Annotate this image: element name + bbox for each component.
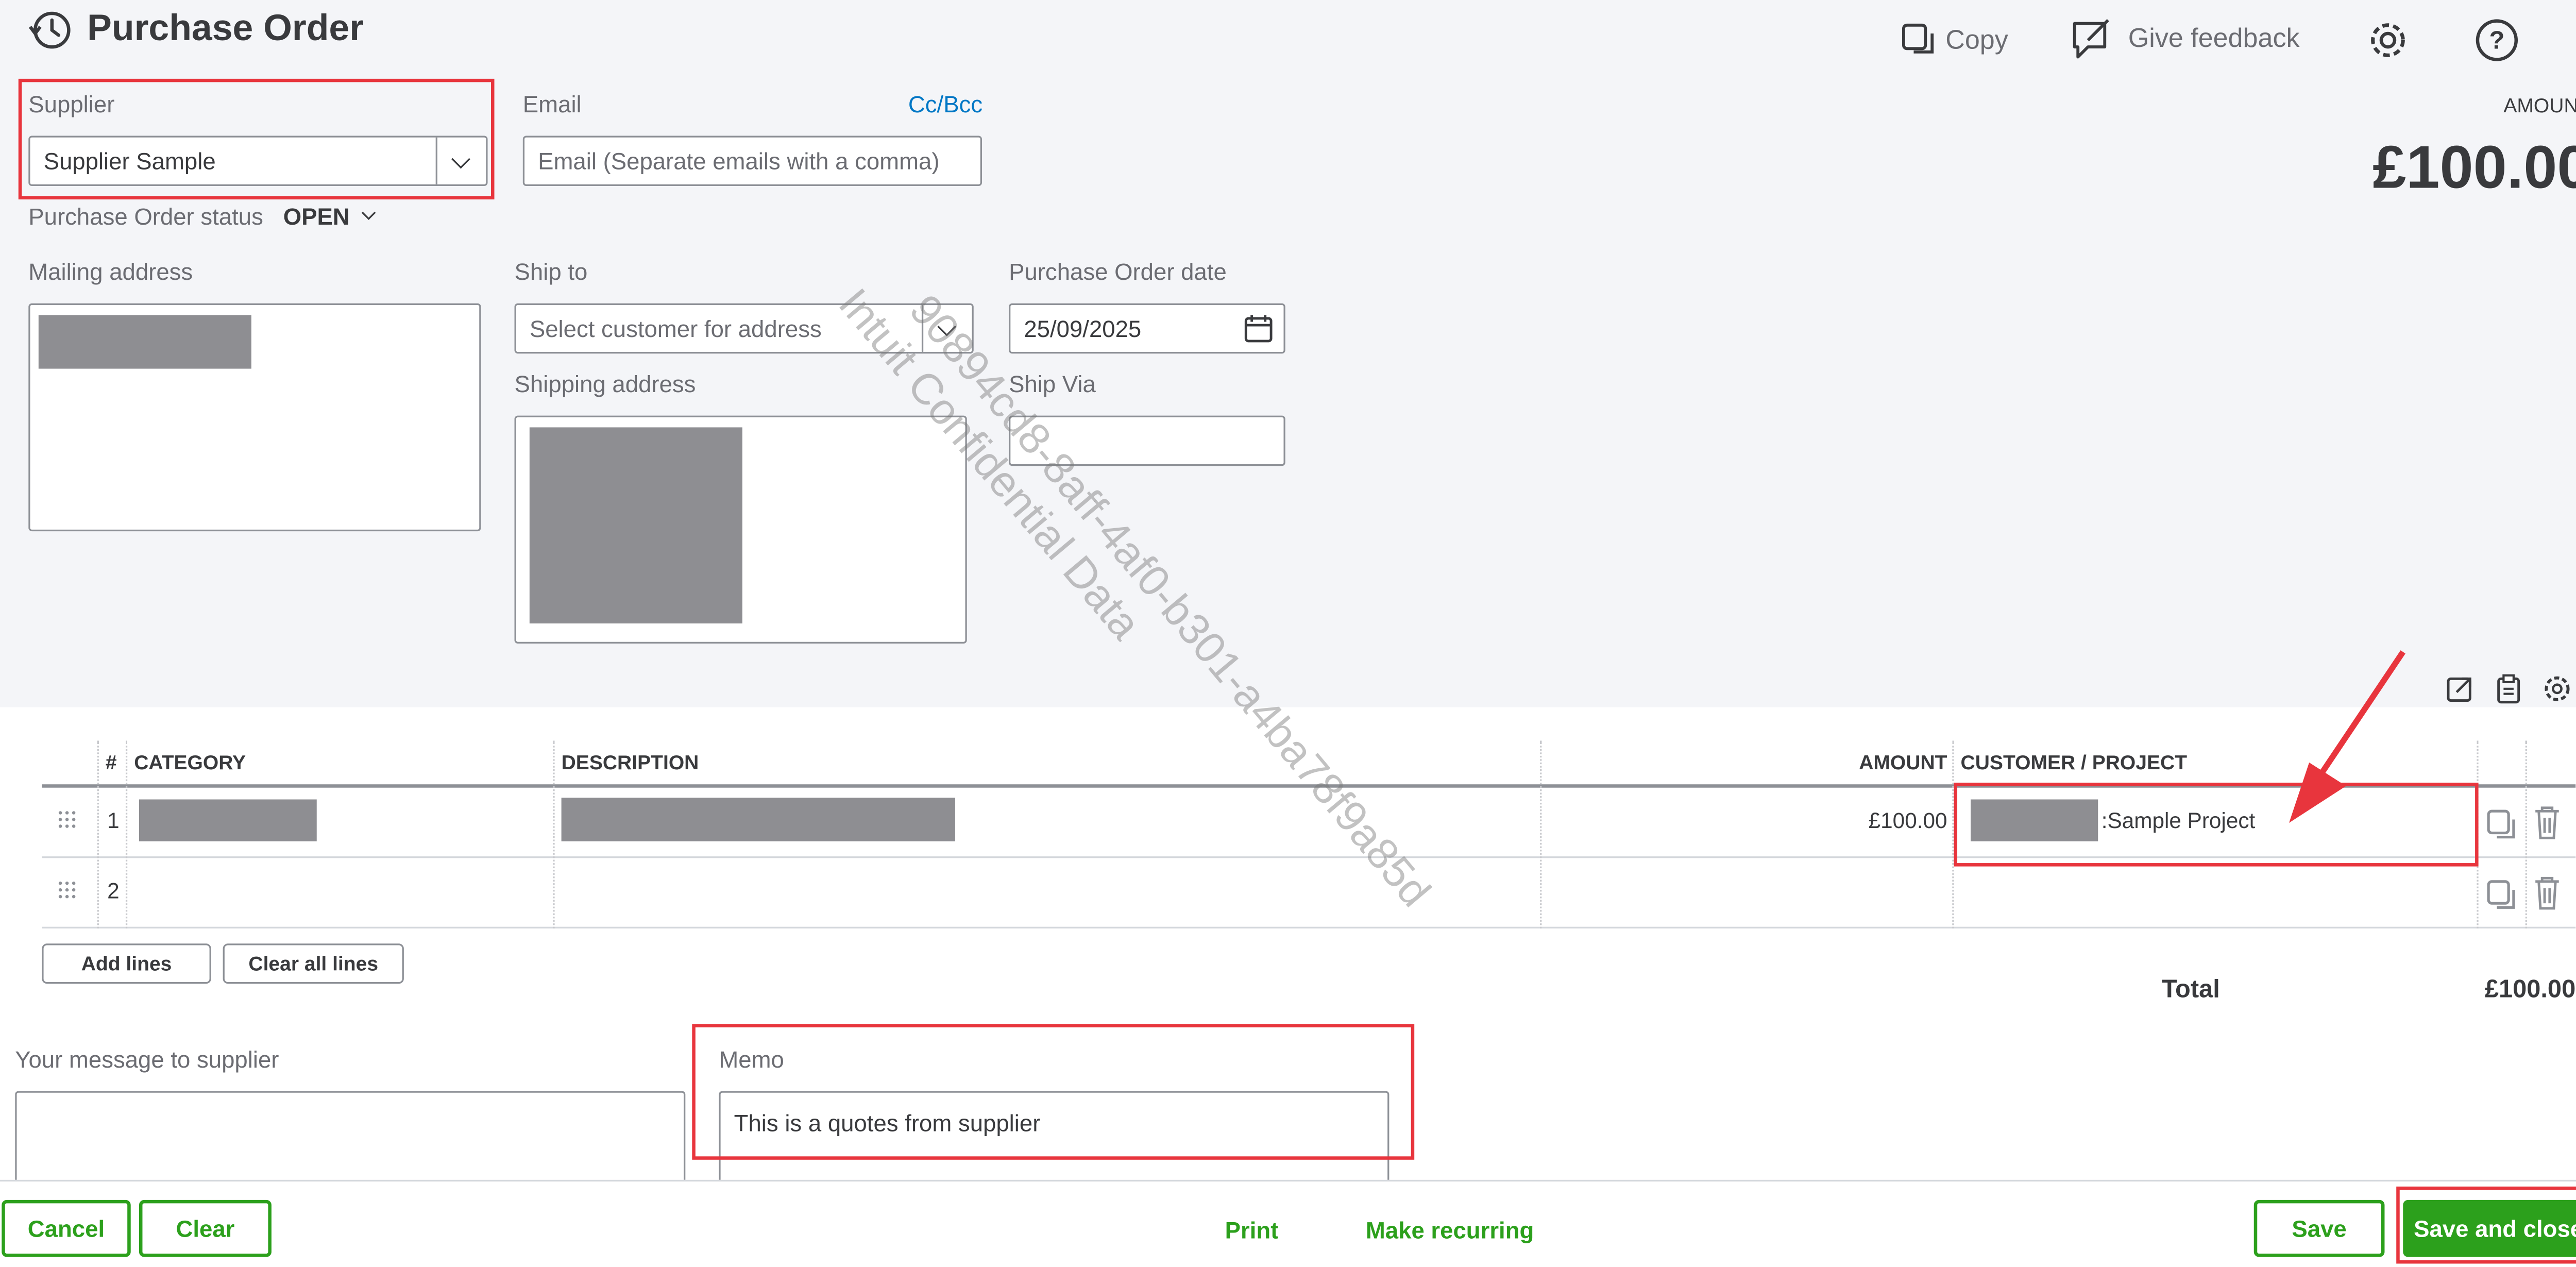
cc-bcc-link[interactable]: Cc/Bcc [908,91,982,117]
save-button[interactable]: Save [2253,1200,2385,1257]
table-settings-gear-icon[interactable] [2542,674,2572,704]
row-number: 2 [107,878,120,904]
po-date-label: Purchase Order date [1009,258,1227,285]
annotation-arrow-icon [2289,650,2405,823]
column-divider [1540,740,1542,928]
annotation-highlight-memo [692,1024,1415,1160]
po-status-value: OPEN [283,202,350,230]
email-placeholder: Email (Separate emails with a comma) [538,147,940,175]
column-header-category[interactable]: CATEGORY [134,751,246,774]
column-divider [125,740,128,928]
column-divider [97,740,99,928]
amount-label: AMOUNT [2503,94,2576,117]
redacted-block [38,315,251,369]
column-header-amount[interactable]: AMOUNT [1676,751,1947,774]
svg-text:?: ? [2489,26,2504,54]
row-number: 1 [107,807,120,833]
duplicate-row-icon[interactable] [2485,808,2519,841]
amount-total: £100.00 [2372,132,2576,201]
ship-to-label: Ship to [514,258,588,285]
calendar-icon[interactable] [1243,313,1274,344]
clear-button[interactable]: Clear [139,1200,272,1257]
annotation-highlight-save-and-close [2396,1186,2576,1264]
help-icon[interactable]: ? [2473,17,2520,64]
chevron-down-icon [356,206,380,225]
redacted-category [139,799,317,841]
po-date-value: 25/09/2025 [1024,315,1142,342]
message-to-supplier-textarea[interactable] [15,1091,686,1189]
cancel-button[interactable]: Cancel [2,1200,131,1257]
email-input[interactable]: Email (Separate emails with a comma) [522,136,982,187]
redacted-block [529,427,742,623]
po-status-label: Purchase Order status [28,202,263,230]
print-link[interactable]: Print [1225,1217,1279,1243]
ship-to-placeholder: Select customer for address [529,315,822,342]
po-date-input[interactable]: 25/09/2025 [1009,303,1285,354]
history-icon[interactable] [27,8,74,52]
delete-row-icon[interactable] [2532,804,2563,841]
column-divider [553,740,555,928]
po-status-dropdown[interactable]: OPEN [283,203,380,230]
footer-bar [0,1179,2576,1267]
delete-row-icon[interactable] [2532,875,2563,912]
duplicate-row-icon[interactable] [2485,878,2519,911]
add-lines-button[interactable]: Add lines [42,943,211,984]
email-label: Email [522,90,582,117]
feedback-icon[interactable] [2068,17,2119,64]
clear-all-lines-button[interactable]: Clear all lines [223,943,404,984]
purchase-order-window: Purchase Order Copy Give feedback ? AMOU… [0,0,2576,1267]
copy-button[interactable]: Copy [1945,25,2008,59]
give-feedback-button[interactable]: Give feedback [2128,24,2300,57]
column-header-number: # [105,751,117,774]
shipping-address-label: Shipping address [514,370,696,397]
total-value: £100.00 [2484,975,2576,1004]
make-recurring-link[interactable]: Make recurring [1366,1217,1534,1243]
page-title: Purchase Order [87,7,364,49]
message-to-supplier-label: Your message to supplier [15,1045,279,1073]
annotation-highlight-supplier [18,78,495,200]
mailing-address-label: Mailing address [28,258,193,285]
column-divider [2525,740,2527,928]
row-divider [42,926,2576,928]
copy-icon[interactable] [1900,22,1940,59]
clipboard-icon[interactable] [2494,674,2524,704]
column-header-description[interactable]: DESCRIPTION [562,751,699,774]
settings-gear-icon[interactable] [2364,17,2411,64]
drag-handle-icon[interactable] [58,881,79,902]
row-amount[interactable]: £100.00 [1676,808,1947,833]
total-label: Total [2161,975,2220,1004]
export-icon[interactable] [2445,674,2476,704]
redacted-description [561,798,955,841]
column-header-customer-project[interactable]: CUSTOMER / PROJECT [1961,751,2188,774]
drag-handle-icon[interactable] [58,811,79,831]
